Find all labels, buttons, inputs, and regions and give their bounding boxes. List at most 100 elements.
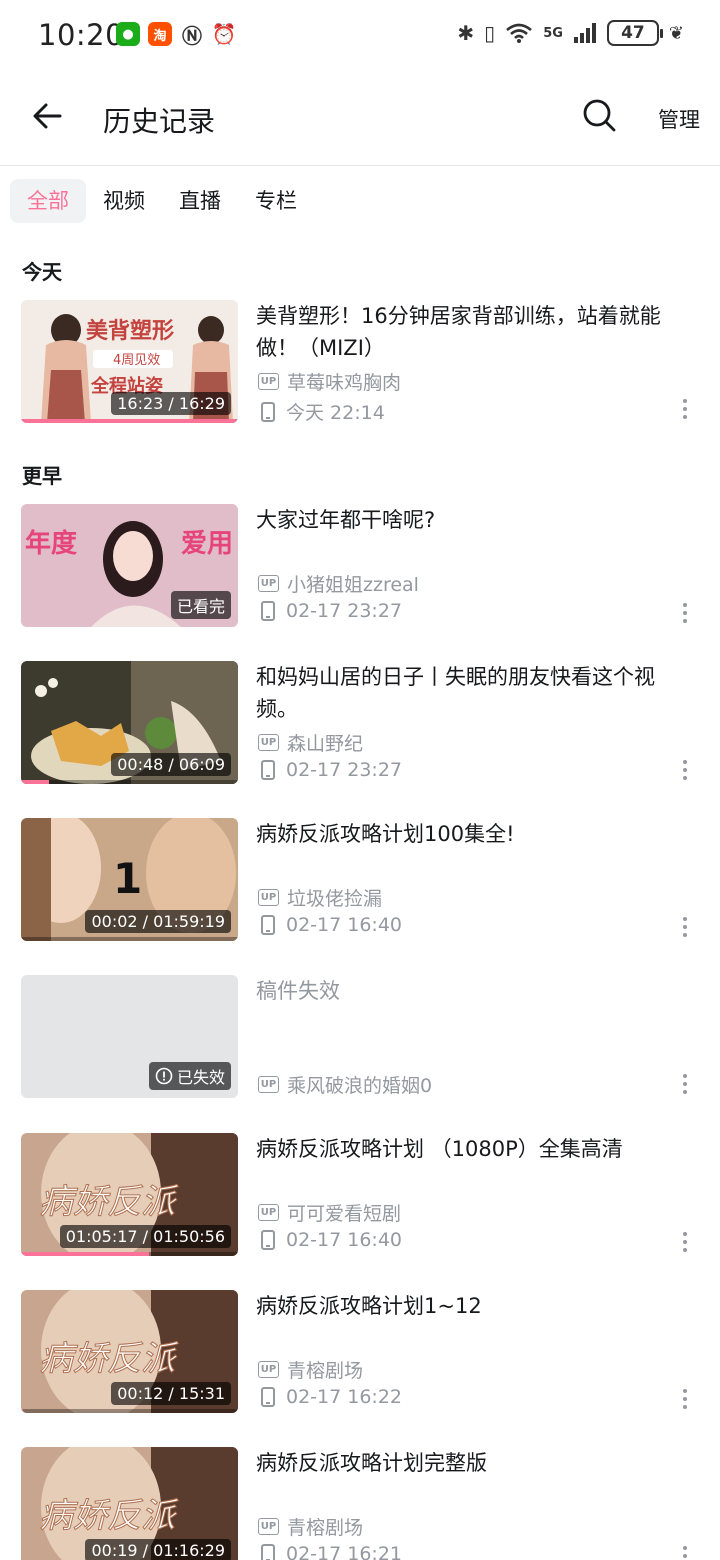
tab-video[interactable]: 视频 — [86, 179, 162, 223]
warning-icon — [155, 1067, 173, 1085]
watch-time: 02-17 23:27 — [286, 759, 403, 781]
watch-time-row: 02-17 23:27 — [258, 759, 402, 781]
up-badge-icon: UP — [258, 373, 279, 390]
history-item[interactable]: 美背塑形 4周见效 全程站姿 16:23 / 16:29 美背塑形！16分钟居家… — [0, 300, 720, 424]
video-thumbnail: 病娇反派 01:05:17 / 01:50:56 — [21, 1133, 238, 1256]
tab-article[interactable]: 专栏 — [238, 179, 314, 223]
wifi-icon — [506, 23, 533, 43]
watch-time: 今天 22:14 — [286, 402, 385, 424]
video-thumbnail: 已失效 — [21, 975, 238, 1098]
notification-icons: ● 淘 Ⓝ ⏰ — [116, 22, 237, 48]
thumb-overlay-sub1: 4周见效 — [113, 353, 160, 368]
video-title: 病娇反派攻略计划1~12 — [256, 1294, 482, 1318]
tab-all[interactable]: 全部 — [10, 179, 86, 223]
uploader-name: 森山野纪 — [287, 733, 364, 755]
video-title: 稿件失效 — [256, 979, 340, 1003]
invalid-badge-label: 已失效 — [176, 1068, 225, 1087]
power-saving-icon: ❦ — [668, 22, 684, 44]
thumb-overlay-left: 年度 — [25, 528, 77, 559]
watch-time-row: 今天 22:14 — [258, 398, 385, 425]
filter-tabs: 全部 视频 直播 专栏 — [10, 179, 314, 223]
watch-time-row: 02-17 16:40 — [258, 1229, 402, 1251]
uploader-row: UP 可可爱看短剧 — [258, 1199, 401, 1226]
up-badge-icon: UP — [258, 1518, 279, 1535]
video-title: 和妈妈山居的日子丨失眠的朋友快看这个视频。 — [256, 665, 655, 721]
uploader-row: UP 森山野纪 — [258, 729, 363, 756]
phone-icon — [261, 915, 275, 935]
back-button[interactable] — [26, 94, 70, 138]
more-options-button[interactable] — [674, 394, 696, 424]
history-item[interactable]: 病娇反派 00:19 / 01:16:29 病娇反派攻略计划完整版 UP 青榕剧… — [0, 1447, 720, 1560]
phone-icon — [261, 601, 275, 621]
progress-bar — [21, 1252, 238, 1256]
history-item[interactable]: 病娇反派 00:12 / 15:31 病娇反派攻略计划1~12 UP 青榕剧场 … — [0, 1290, 720, 1414]
battery-indicator: 47 — [606, 20, 663, 46]
up-badge-icon: UP — [258, 1204, 279, 1221]
history-item[interactable]: 1 00:02 / 01:59:19 病娇反派攻略计划100集全! UP 垃圾佬… — [0, 818, 720, 942]
video-title: 病娇反派攻略计划100集全! — [256, 822, 515, 846]
more-options-button[interactable] — [674, 912, 696, 942]
more-options-button[interactable] — [674, 1541, 696, 1560]
watch-time-row: 02-17 23:27 — [258, 600, 402, 622]
thumb-overlay-text: 病娇反派 — [39, 1182, 179, 1222]
progress-bar — [21, 780, 238, 784]
history-item[interactable]: 已失效 稿件失效 UP 乘风破浪的婚姻0 — [0, 975, 720, 1099]
video-thumbnail: 病娇反派 00:19 / 01:16:29 — [21, 1447, 238, 1560]
progress-bar — [21, 937, 238, 941]
tab-live[interactable]: 直播 — [162, 179, 238, 223]
uploader-name: 青榕剧场 — [287, 1517, 364, 1539]
more-options-button[interactable] — [674, 598, 696, 628]
up-badge-icon: UP — [258, 889, 279, 906]
phone-icon — [261, 1230, 275, 1250]
video-title: 病娇反派攻略计划完整版 — [256, 1451, 487, 1475]
up-badge-icon: UP — [258, 1076, 279, 1093]
uploader-name: 乘风破浪的婚姻0 — [287, 1075, 433, 1097]
uploader-row: UP 青榕剧场 — [258, 1513, 363, 1540]
progress-fill — [21, 1252, 150, 1256]
video-title: 美背塑形！16分钟居家背部训练，站着就能做！（MIZI） — [256, 304, 661, 360]
search-button[interactable] — [578, 94, 622, 138]
status-bar: 10:20 ● 淘 Ⓝ ⏰ ✱ ▯ 5G 47 ❦ — [0, 0, 720, 72]
vibrate-icon: ▯ — [484, 21, 496, 45]
phone-icon — [261, 1387, 275, 1407]
invalid-badge: 已失效 — [148, 1062, 231, 1090]
up-badge-icon: UP — [258, 1361, 279, 1378]
phone-icon — [261, 401, 275, 422]
battery-level: 47 — [621, 23, 645, 43]
video-thumbnail: 00:48 / 06:09 — [21, 661, 238, 784]
system-icons: ✱ ▯ 5G 47 ❦ — [457, 20, 684, 46]
uploader-name: 草莓味鸡胸肉 — [287, 372, 402, 394]
watch-time-row: 02-17 16:22 — [258, 1386, 402, 1408]
history-item[interactable]: 病娇反派 01:05:17 / 01:50:56 病娇反派攻略计划 （1080P… — [0, 1133, 720, 1257]
progress-bar — [21, 1409, 238, 1413]
progress-badge: 00:12 / 15:31 — [111, 1382, 231, 1405]
watch-time: 02-17 16:21 — [286, 1543, 403, 1560]
thumb-overlay-right: 爱用 — [181, 529, 233, 559]
signal-icon — [573, 23, 596, 43]
manage-button[interactable]: 管理 — [658, 104, 700, 134]
watch-time-row: 02-17 16:40 — [258, 914, 402, 936]
more-options-button[interactable] — [674, 755, 696, 785]
video-thumbnail: 美背塑形 4周见效 全程站姿 16:23 / 16:29 — [21, 300, 238, 423]
watch-time: 02-17 23:27 — [286, 600, 403, 622]
progress-fill — [21, 419, 236, 423]
more-options-button[interactable] — [674, 1227, 696, 1257]
phone-icon — [261, 1544, 275, 1560]
watch-time: 02-17 16:40 — [286, 914, 403, 936]
uploader-row: UP 垃圾佬捡漏 — [258, 884, 382, 911]
more-options-button[interactable] — [674, 1384, 696, 1414]
up-badge-icon: UP — [258, 734, 279, 751]
uploader-name: 青榕剧场 — [287, 1360, 364, 1382]
uploader-name: 垃圾佬捡漏 — [287, 888, 383, 910]
status-time: 10:20 — [38, 18, 125, 52]
watched-badge: 已看完 — [170, 591, 231, 619]
history-item[interactable]: 年度 爱用 已看完 大家过年都干啥呢? UP 小猪姐姐zzreal 02-17 … — [0, 504, 720, 628]
more-options-button[interactable] — [674, 1069, 696, 1099]
wechat-icon: ● — [116, 22, 140, 46]
uploader-row: UP 青榕剧场 — [258, 1356, 363, 1383]
alarm-icon: ⏰ — [211, 22, 237, 46]
video-title: 病娇反派攻略计划 （1080P）全集高清 — [256, 1137, 623, 1161]
up-badge-icon: UP — [258, 575, 279, 592]
history-item[interactable]: 00:48 / 06:09 和妈妈山居的日子丨失眠的朋友快看这个视频。 UP 森… — [0, 661, 720, 785]
video-thumbnail: 1 00:02 / 01:59:19 — [21, 818, 238, 941]
